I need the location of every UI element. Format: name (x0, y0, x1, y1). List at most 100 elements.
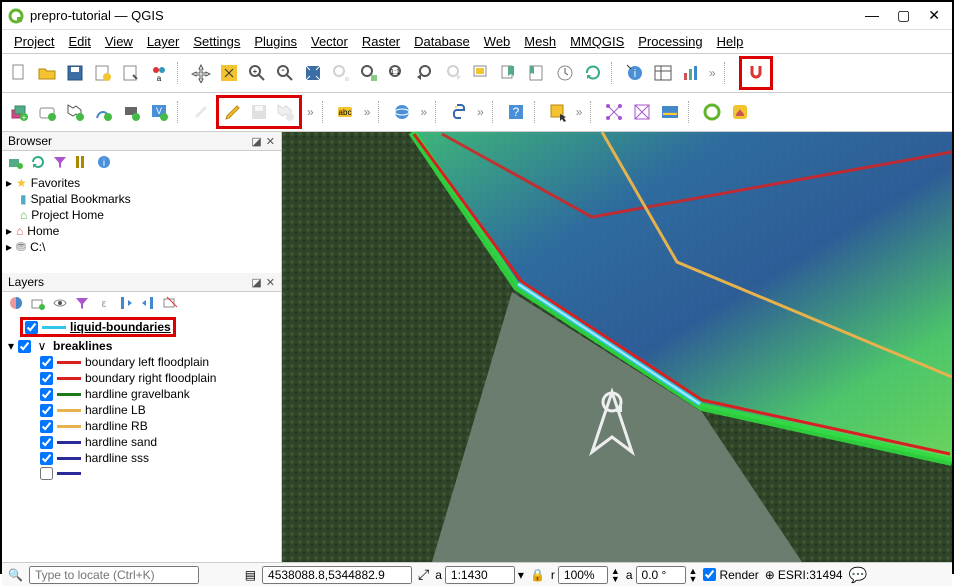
magnifier-field[interactable] (558, 566, 608, 584)
collapse-icon[interactable] (74, 154, 90, 170)
new-map-view-button[interactable] (468, 60, 494, 86)
zoom-full-button[interactable] (300, 60, 326, 86)
lock-icon[interactable]: 🔒 (530, 568, 545, 582)
layer-item[interactable]: hardline sand (85, 435, 157, 449)
panel-close-icon[interactable]: ✕ (266, 276, 275, 289)
zoom-layer-button[interactable] (356, 60, 382, 86)
log-icon[interactable]: ▤ (245, 568, 256, 582)
menu-vector[interactable]: Vector (311, 34, 348, 49)
menu-layer[interactable]: Layer (147, 34, 180, 49)
layer-checkbox[interactable] (40, 372, 53, 385)
layer-group-breaklines[interactable]: breaklines (53, 339, 112, 353)
layer-liquid-boundaries[interactable]: liquid-boundaries (70, 320, 171, 334)
messages-icon[interactable]: 💬 (849, 566, 868, 584)
remove-icon[interactable] (162, 295, 178, 311)
zoom-native-button[interactable]: 1:1 (384, 60, 410, 86)
menu-edit[interactable]: Edit (68, 34, 90, 49)
browser-tree[interactable]: ▸★Favorites ▮Spatial Bookmarks ⌂Project … (2, 173, 281, 273)
expand-icon[interactable]: ▾ (8, 339, 14, 353)
toolbar-overflow-6-icon[interactable]: » (573, 105, 586, 119)
menu-project[interactable]: Project (14, 34, 54, 49)
toggle-editing-button[interactable] (220, 99, 246, 125)
coordinate-field[interactable] (262, 566, 412, 584)
minimize-button[interactable]: — (865, 7, 879, 24)
map-canvas[interactable] (282, 132, 952, 562)
filter-icon[interactable] (52, 154, 68, 170)
style-icon[interactable] (8, 295, 24, 311)
locator-input[interactable] (29, 566, 199, 584)
toolbar-overflow-4-icon[interactable]: » (417, 105, 430, 119)
layers-tree[interactable]: liquid-boundaries ▾∨breaklines boundary … (2, 314, 281, 562)
filter-legend-icon[interactable] (74, 295, 90, 311)
plugin-qgis-button[interactable] (699, 99, 725, 125)
toolbar-overflow-3-icon[interactable]: » (361, 105, 374, 119)
browser-item-bookmarks[interactable]: Spatial Bookmarks (31, 192, 131, 206)
layer-item[interactable]: hardline RB (85, 419, 148, 433)
close-button[interactable]: ✕ (928, 7, 940, 24)
refresh-button[interactable] (580, 60, 606, 86)
zoom-last-button[interactable] (412, 60, 438, 86)
metasearch-button[interactable] (389, 99, 415, 125)
toolbar-overflow-icon[interactable]: » (706, 66, 719, 80)
new-bookmark-button[interactable] (496, 60, 522, 86)
new-shapefile-layer-button[interactable] (62, 99, 88, 125)
new-geopackage-button[interactable] (34, 99, 60, 125)
plugin-brush-button[interactable] (727, 99, 753, 125)
layer-checkbox[interactable] (40, 467, 53, 480)
menu-web[interactable]: Web (484, 34, 511, 49)
layer-checkbox[interactable] (40, 436, 53, 449)
layer-checkbox[interactable] (25, 321, 38, 334)
temporal-button[interactable] (552, 60, 578, 86)
browser-item-project-home[interactable]: Project Home (31, 208, 104, 222)
rotation-field[interactable] (636, 566, 686, 584)
panel-undock-icon[interactable]: ◪ (251, 135, 261, 148)
snapping-button[interactable] (743, 60, 769, 86)
zoom-in-button[interactable]: + (244, 60, 270, 86)
python-console-button[interactable] (446, 99, 472, 125)
mesh-tool2-button[interactable] (629, 99, 655, 125)
menu-settings[interactable]: Settings (193, 34, 240, 49)
expression-icon[interactable]: ε (96, 295, 112, 311)
layer-checkbox[interactable] (40, 420, 53, 433)
layer-item[interactable]: boundary left floodplain (85, 355, 209, 369)
menu-raster[interactable]: Raster (362, 34, 400, 49)
pan-to-selection-button[interactable] (216, 60, 242, 86)
toolbar-overflow-5-icon[interactable]: » (474, 105, 487, 119)
menu-mmqgis[interactable]: MMQGIS (570, 34, 624, 49)
menu-help[interactable]: Help (717, 34, 744, 49)
new-memory-button[interactable] (118, 99, 144, 125)
stepper-icon[interactable]: ▲▼ (689, 567, 698, 583)
save-edits-button[interactable] (246, 99, 272, 125)
current-edits-button[interactable] (188, 99, 214, 125)
show-bookmarks-button[interactable] (524, 60, 550, 86)
extents-icon[interactable]: ⤢ (418, 566, 429, 583)
layer-item[interactable]: hardline sss (85, 451, 149, 465)
properties-icon[interactable]: i (96, 154, 112, 170)
data-source-manager-button[interactable]: + (6, 99, 32, 125)
new-project-button[interactable] (6, 60, 32, 86)
add-layer-icon[interactable] (8, 154, 24, 170)
crs-icon[interactable]: ⊕ (765, 568, 775, 582)
scale-field[interactable] (445, 566, 515, 584)
select-features-button[interactable] (545, 99, 571, 125)
pan-button[interactable] (188, 60, 214, 86)
layer-checkbox[interactable] (40, 404, 53, 417)
menu-plugins[interactable]: Plugins (254, 34, 297, 49)
help-button[interactable]: ? (503, 99, 529, 125)
layer-item[interactable]: boundary right floodplain (85, 371, 216, 385)
menu-mesh[interactable]: Mesh (524, 34, 556, 49)
scale-dropdown-icon[interactable]: ▾ (518, 568, 524, 582)
browser-item-home[interactable]: Home (27, 224, 59, 238)
visibility-icon[interactable] (52, 295, 68, 311)
menu-database[interactable]: Database (414, 34, 470, 49)
label-toolbar-button[interactable]: abc (333, 99, 359, 125)
statistics-button[interactable] (678, 60, 704, 86)
zoom-selection-button[interactable] (328, 60, 354, 86)
add-group-icon[interactable] (30, 295, 46, 311)
basemap-button[interactable]: ▬▬ (657, 99, 683, 125)
add-feature-button[interactable] (272, 99, 298, 125)
layer-item[interactable]: hardline gravelbank (85, 387, 190, 401)
menu-view[interactable]: View (105, 34, 133, 49)
expand-icon[interactable] (118, 295, 134, 311)
open-project-button[interactable] (34, 60, 60, 86)
